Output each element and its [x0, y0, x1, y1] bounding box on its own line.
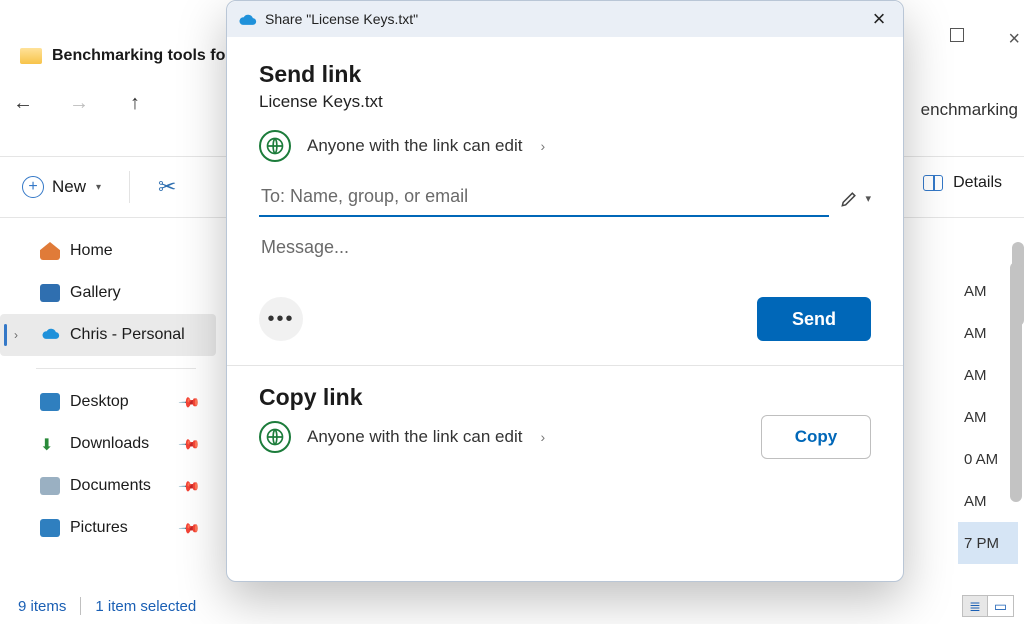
onedrive-icon [237, 12, 257, 26]
copy-permission-text: Anyone with the link can edit [307, 427, 522, 447]
pictures-icon [40, 519, 60, 537]
chevron-down-icon: ▾ [96, 182, 101, 193]
recipient-input[interactable] [259, 180, 829, 217]
item-count: 9 items [18, 598, 66, 615]
time-cell: 0 AM [958, 438, 1018, 480]
time-cell: AM [958, 480, 1018, 522]
copy-link-heading: Copy link [259, 384, 871, 411]
close-window-icon[interactable]: × [1008, 28, 1020, 51]
sidebar-item-label: Downloads [70, 435, 149, 453]
downloads-icon: ⬇ [40, 435, 60, 453]
sidebar-item-label: Gallery [70, 284, 121, 302]
share-dialog: Share "License Keys.txt" × Send link Lic… [226, 0, 904, 582]
copy-link-row: Anyone with the link can edit › Copy [259, 415, 871, 459]
sidebar-item-documents[interactable]: Documents 📌 [0, 465, 216, 507]
pin-icon: 📌 [177, 432, 201, 456]
list-scrollbar[interactable] [1010, 262, 1022, 502]
thumbnails-view-toggle[interactable]: ▭ [988, 595, 1014, 617]
chevron-right-icon: › [14, 328, 18, 342]
chevron-down-icon: ▾ [865, 192, 871, 205]
forward-button[interactable]: → [68, 92, 90, 115]
details-label: Details [953, 174, 1002, 192]
ellipsis-icon: ••• [267, 308, 294, 331]
onedrive-icon [40, 326, 60, 344]
chevron-right-icon: › [540, 429, 545, 445]
folder-icon [20, 48, 42, 64]
selection-count: 1 item selected [95, 598, 196, 615]
sidebar-item-desktop[interactable]: Desktop 📌 [0, 381, 216, 423]
desktop-icon [40, 393, 60, 411]
home-icon [40, 242, 60, 260]
new-button[interactable]: + New ▾ [22, 176, 101, 198]
send-button[interactable]: Send [757, 297, 871, 341]
view-toggle-group: ≣ ▭ [962, 595, 1014, 617]
sidebar-item-label: Pictures [70, 519, 128, 537]
status-divider [80, 597, 81, 615]
time-cell: AM [958, 354, 1018, 396]
copy-button[interactable]: Copy [761, 415, 871, 459]
globe-icon [259, 421, 291, 453]
permission-selector[interactable]: Anyone with the link can edit › [259, 130, 871, 162]
close-dialog-button[interactable]: × [865, 6, 893, 32]
dialog-titlebar: Share "License Keys.txt" × [227, 1, 903, 37]
sidebar-item-label: Home [70, 242, 113, 260]
cut-icon[interactable]: ✂ [158, 174, 176, 200]
recipient-row: ▾ [259, 180, 871, 217]
status-bar: 9 items 1 item selected ≣ ▭ [0, 588, 1024, 624]
gallery-icon [40, 284, 60, 302]
message-input[interactable] [259, 217, 871, 287]
sidebar-item-gallery[interactable]: Gallery [0, 272, 216, 314]
edit-permission-button[interactable]: ▾ [839, 189, 871, 209]
sidebar-divider [36, 368, 196, 369]
send-link-heading: Send link [259, 61, 871, 88]
dialog-title: Share "License Keys.txt" [265, 11, 418, 27]
file-list-time-column: AM AM AM AM 0 AM AM 7 PM [958, 270, 1018, 564]
nav-row: ← → ↑ [12, 92, 146, 115]
pin-icon: 📌 [177, 516, 201, 540]
sidebar-item-downloads[interactable]: ⬇ Downloads 📌 [0, 423, 216, 465]
more-options-button[interactable]: ••• [259, 297, 303, 341]
window-controls: × [950, 28, 1020, 51]
pencil-icon [839, 189, 859, 209]
time-cell: AM [958, 396, 1018, 438]
plus-icon: + [22, 176, 44, 198]
documents-icon [40, 477, 60, 495]
sidebar: Home Gallery › Chris - Personal Desktop … [0, 218, 216, 588]
dialog-body: Send link License Keys.txt Anyone with t… [227, 37, 903, 581]
dialog-divider [227, 365, 903, 366]
time-cell: AM [958, 312, 1018, 354]
sidebar-item-onedrive[interactable]: › Chris - Personal [0, 314, 216, 356]
globe-icon [259, 130, 291, 162]
sidebar-item-label: Documents [70, 477, 151, 495]
details-button[interactable]: Details [923, 174, 1002, 192]
explorer-tab[interactable]: Benchmarking tools fo [10, 36, 239, 76]
new-label: New [52, 177, 86, 197]
maximize-icon[interactable] [950, 28, 964, 42]
up-button[interactable]: ↑ [124, 92, 146, 115]
details-pane-icon [923, 175, 943, 191]
sidebar-item-label: Desktop [70, 393, 129, 411]
chevron-right-icon: › [540, 138, 545, 154]
sidebar-item-pictures[interactable]: Pictures 📌 [0, 507, 216, 549]
time-cell: AM [958, 270, 1018, 312]
pin-icon: 📌 [177, 474, 201, 498]
time-cell: 7 PM [958, 522, 1018, 564]
permission-text: Anyone with the link can edit [307, 136, 522, 156]
send-action-row: ••• Send [259, 297, 871, 365]
toolbar-separator [129, 171, 130, 203]
pin-icon: 📌 [177, 390, 201, 414]
tab-title: Benchmarking tools fo [52, 47, 225, 65]
share-filename: License Keys.txt [259, 92, 871, 112]
details-view-toggle[interactable]: ≣ [962, 595, 988, 617]
copy-permission-selector[interactable]: Anyone with the link can edit › [259, 421, 545, 453]
sidebar-item-label: Chris - Personal [70, 326, 185, 344]
sidebar-item-home[interactable]: Home [0, 230, 216, 272]
breadcrumb-tail: enchmarking [921, 100, 1018, 120]
back-button[interactable]: ← [12, 92, 34, 115]
